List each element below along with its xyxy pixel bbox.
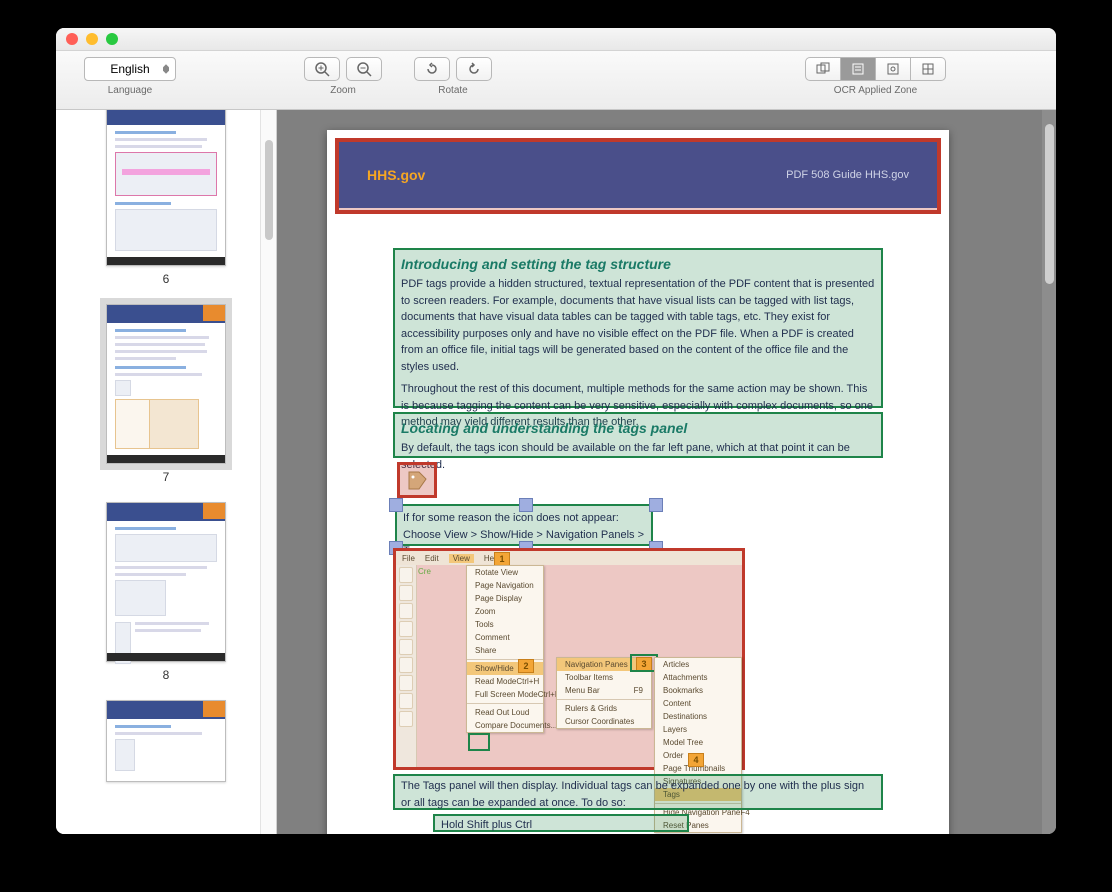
close-window-button[interactable] bbox=[66, 33, 78, 45]
mi-modeltree: Model Tree bbox=[655, 736, 741, 749]
mi-dest: Destinations bbox=[655, 710, 741, 723]
section3-para1: The Tags panel will then display. Indivi… bbox=[401, 778, 875, 811]
ocr-zone-section2[interactable]: Locating and understanding the tags pane… bbox=[393, 412, 883, 458]
page-thumbnail-7[interactable] bbox=[106, 304, 226, 464]
ocr-zone-label: OCR Applied Zone bbox=[834, 85, 917, 96]
resize-handle-nw[interactable] bbox=[389, 498, 403, 512]
tag-icon bbox=[406, 469, 428, 491]
mi-rulers: Rulers & Grids bbox=[557, 702, 651, 715]
toolbar: English Language Zoom bbox=[56, 51, 1056, 110]
ocr-zone-table[interactable] bbox=[911, 57, 946, 81]
ocr-zone-section3[interactable]: The Tags panel will then display. Indivi… bbox=[393, 774, 883, 810]
ocr-zone-tagicon[interactable] bbox=[397, 462, 437, 498]
zoom-out-icon bbox=[356, 61, 372, 77]
mi-comment: Comment bbox=[467, 631, 543, 644]
mi-toolbaritems: Toolbar Items bbox=[557, 671, 651, 684]
doc-header-right: PDF 508 Guide HHS.gov bbox=[786, 169, 909, 181]
acro-menu-edit: Edit bbox=[425, 554, 439, 563]
sidebar-scroll-thumb[interactable] bbox=[265, 140, 273, 240]
image-zone-icon bbox=[885, 61, 901, 77]
thumbnails-sidebar: 6 bbox=[56, 110, 277, 834]
auto-zone-icon bbox=[815, 61, 831, 77]
mi-fullscreen: Full Screen ModeCtrl+L bbox=[467, 688, 543, 701]
viewer-scrollbar[interactable] bbox=[1042, 110, 1056, 834]
rotate-ccw-button[interactable] bbox=[414, 57, 450, 81]
rotate-label: Rotate bbox=[438, 85, 467, 96]
mi-zoom: Zoom bbox=[467, 605, 543, 618]
ocr-zone-image[interactable] bbox=[876, 57, 911, 81]
page-number-8: 8 bbox=[163, 668, 170, 682]
resize-handle-n[interactable] bbox=[519, 498, 533, 512]
ocr-zone-section1[interactable]: Introducing and setting the tag structur… bbox=[393, 248, 883, 408]
step-2: 2 bbox=[518, 659, 534, 673]
viewer-scroll-thumb[interactable] bbox=[1045, 124, 1054, 284]
compare-highlight bbox=[468, 733, 490, 751]
acro-menu-file: File bbox=[402, 554, 415, 563]
section1-title: Introducing and setting the tag structur… bbox=[401, 252, 875, 276]
mi-attachments: Attachments bbox=[655, 671, 741, 684]
language-label: Language bbox=[108, 85, 153, 96]
edit-badge-icon bbox=[203, 701, 225, 717]
mi-pagedisp: Page Display bbox=[467, 592, 543, 605]
section2-title: Locating and understanding the tags pane… bbox=[401, 416, 875, 440]
page-viewer[interactable]: HHS.gov PDF 508 Guide HHS.gov Introducin… bbox=[277, 110, 1056, 834]
step-4: 4 bbox=[688, 753, 704, 767]
ocr-zone-header[interactable]: HHS.gov PDF 508 Guide HHS.gov bbox=[335, 138, 941, 214]
mi-content: Content bbox=[655, 697, 741, 710]
app-window: English Language Zoom bbox=[56, 28, 1056, 834]
acro-side-tools bbox=[396, 565, 417, 767]
mi-share: Share bbox=[467, 644, 543, 657]
section3-para2: Hold Shift plus Ctrl bbox=[441, 817, 681, 834]
step-1: 1 bbox=[494, 552, 510, 566]
ocr-zone-text[interactable] bbox=[841, 57, 876, 81]
section2-para1: By default, the tags icon should be avai… bbox=[401, 440, 875, 473]
page-thumbnail-9[interactable] bbox=[106, 700, 226, 782]
section2-para2: If for some reason the icon does not app… bbox=[403, 510, 645, 527]
page-number-7: 7 bbox=[163, 470, 170, 484]
titlebar bbox=[56, 28, 1056, 51]
table-zone-icon bbox=[920, 61, 936, 77]
language-dropdown[interactable]: English bbox=[84, 57, 176, 81]
zoom-in-icon bbox=[314, 61, 330, 77]
zoom-in-button[interactable] bbox=[304, 57, 340, 81]
ocr-zone-auto[interactable] bbox=[805, 57, 841, 81]
ocr-zone-segmented bbox=[805, 57, 946, 81]
acro-menu-view: View bbox=[449, 554, 474, 563]
mi-bookmarks: Bookmarks bbox=[655, 684, 741, 697]
page-thumbnail-8[interactable] bbox=[106, 502, 226, 662]
page-thumbnail-6[interactable] bbox=[106, 110, 226, 266]
edit-badge-icon bbox=[203, 305, 225, 321]
zoom-window-button[interactable] bbox=[106, 33, 118, 45]
ocr-zone-acrobat[interactable]: File Edit View Help 1 Cre Rotate View P bbox=[393, 548, 745, 770]
minimize-window-button[interactable] bbox=[86, 33, 98, 45]
mi-readout: Read Out Loud bbox=[467, 706, 543, 719]
section1-para1: PDF tags provide a hidden structured, te… bbox=[401, 276, 875, 375]
acro-create: Cre bbox=[418, 567, 431, 576]
rotate-ccw-icon bbox=[424, 61, 440, 77]
rotate-cw-icon bbox=[466, 61, 482, 77]
mi-articles: Articles bbox=[655, 658, 741, 671]
zoom-label: Zoom bbox=[330, 85, 356, 96]
language-value: English bbox=[110, 62, 149, 76]
edit-badge-icon bbox=[203, 503, 225, 519]
document-page: HHS.gov PDF 508 Guide HHS.gov Introducin… bbox=[327, 130, 949, 834]
mi-layers: Layers bbox=[655, 723, 741, 736]
mi-tools: Tools bbox=[467, 618, 543, 631]
mi-pagenav: Page Navigation bbox=[467, 579, 543, 592]
doc-header-left: HHS.gov bbox=[367, 167, 425, 183]
mi-readmode: Read ModeCtrl+H bbox=[467, 675, 543, 688]
rotate-cw-button[interactable] bbox=[456, 57, 492, 81]
zoom-out-button[interactable] bbox=[346, 57, 382, 81]
text-zone-icon bbox=[850, 61, 866, 77]
sidebar-scrollbar[interactable] bbox=[260, 110, 276, 834]
page-number-6: 6 bbox=[163, 272, 170, 286]
ocr-zone-section3b[interactable]: Hold Shift plus Ctrl bbox=[433, 814, 689, 832]
mi-cursor: Cursor Coordinates bbox=[557, 715, 651, 728]
mi-compare: Compare Documents... bbox=[467, 719, 543, 732]
mi-rotate: Rotate View bbox=[467, 566, 543, 579]
resize-handle-ne[interactable] bbox=[649, 498, 663, 512]
mi-menubar: Menu BarF9 bbox=[557, 684, 651, 697]
